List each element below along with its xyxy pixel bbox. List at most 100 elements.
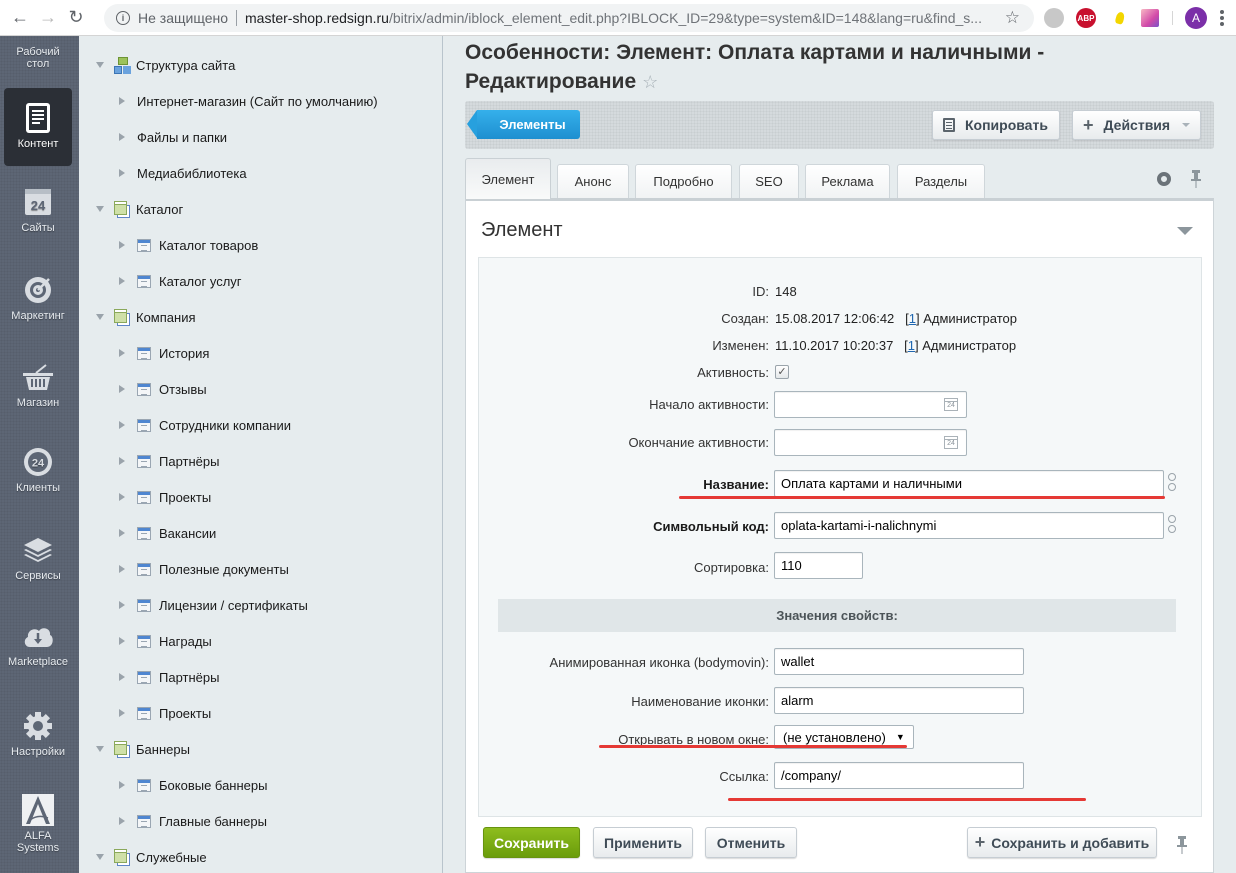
tab-preview[interactable]: Анонс — [557, 164, 629, 198]
adminbar-item-content[interactable]: Контент — [4, 88, 72, 166]
adminbar-item-clients[interactable]: 24 Клиенты — [4, 446, 72, 494]
browser-menu-icon[interactable] — [1220, 10, 1224, 26]
collapse-arrow-icon[interactable] — [119, 601, 125, 609]
anim-icon-input[interactable] — [774, 648, 1024, 675]
tab-advertising[interactable]: Реклама — [805, 164, 890, 198]
adminbar-item-services[interactable]: Сервисы — [4, 534, 72, 582]
collapse-arrow-icon[interactable] — [119, 169, 125, 177]
collapse-arrow-icon[interactable] — [119, 817, 125, 825]
collapse-arrow-icon[interactable] — [119, 493, 125, 501]
expand-arrow-icon[interactable] — [96, 746, 104, 752]
tree-item[interactable]: Главные баннеры — [119, 811, 267, 831]
cancel-button[interactable]: Отменить — [705, 827, 797, 858]
link-input[interactable] — [774, 762, 1024, 789]
back-button[interactable]: ← — [6, 4, 34, 32]
tree-item[interactable]: Отзывы — [119, 379, 207, 399]
adminbar-item-sites[interactable]: 24 Сайты — [4, 186, 72, 234]
forward-button[interactable]: → — [34, 4, 62, 32]
profile-avatar[interactable]: A — [1185, 7, 1207, 29]
collapse-arrow-icon[interactable] — [119, 637, 125, 645]
favorite-star-icon[interactable]: ☆ — [642, 72, 658, 92]
active-checkbox[interactable]: ✓ — [775, 365, 789, 379]
actions-dropdown-button[interactable]: + Действия — [1072, 110, 1201, 140]
name-input[interactable] — [774, 470, 1164, 497]
adminbar-item-alfa[interactable]: ALFA Systems — [4, 794, 72, 854]
tree-item[interactable]: Структура сайта — [96, 55, 235, 75]
tree-item[interactable]: Проекты — [119, 703, 211, 723]
reload-button[interactable]: ↻ — [62, 4, 90, 32]
collapse-arrow-icon[interactable] — [119, 241, 125, 249]
tree-item[interactable]: Интернет-магазин (Сайт по умолчанию) — [119, 91, 378, 111]
copy-button[interactable]: Копировать — [932, 110, 1060, 140]
active-to-input[interactable] — [774, 429, 967, 456]
tree-item[interactable]: Лицензии / сертификаты — [119, 595, 308, 615]
tab-seo[interactable]: SEO — [739, 164, 799, 198]
collapse-arrow-icon[interactable] — [119, 709, 125, 717]
collapse-arrow-icon[interactable] — [119, 457, 125, 465]
translit-link-icon[interactable] — [1167, 513, 1177, 535]
address-bar[interactable]: i Не защищено master-shop.redsign.ru/bit… — [104, 4, 1034, 32]
back-to-elements-button[interactable]: Элементы — [467, 110, 580, 139]
adminbar-item-shop[interactable]: Магазин — [4, 361, 72, 409]
tree-item[interactable]: Файлы и папки — [119, 127, 227, 147]
expand-arrow-icon[interactable] — [96, 206, 104, 212]
created-user-link[interactable]: 1 — [909, 311, 916, 326]
calendar-icon[interactable]: 24 — [944, 436, 958, 449]
expand-arrow-icon[interactable] — [96, 314, 104, 320]
adminbar-item-settings[interactable]: Настройки — [4, 710, 72, 758]
tab-settings-gear-icon[interactable] — [1157, 172, 1171, 186]
tree-item[interactable]: Партнёры — [119, 451, 219, 471]
tree-item[interactable]: Каталог услуг — [119, 271, 242, 291]
tree-item[interactable]: Служебные — [96, 847, 207, 867]
tree-item[interactable]: История — [119, 343, 209, 363]
image-extension-icon[interactable] — [1141, 9, 1159, 27]
apply-button[interactable]: Применить — [593, 827, 693, 858]
bookmark-star-icon[interactable]: ☆ — [1005, 8, 1020, 28]
collapse-arrow-icon[interactable] — [119, 97, 125, 105]
collapse-arrow-icon[interactable] — [119, 385, 125, 393]
pin-icon[interactable] — [1191, 170, 1201, 188]
pin-icon[interactable] — [1177, 836, 1187, 854]
expand-arrow-icon[interactable] — [96, 62, 104, 68]
modified-user-link[interactable]: 1 — [908, 338, 915, 353]
icon-name-input[interactable] — [774, 687, 1024, 714]
tree-item[interactable]: Боковые баннеры — [119, 775, 267, 795]
tree-item[interactable]: Баннеры — [96, 739, 190, 759]
tree-item[interactable]: Каталог — [96, 199, 183, 219]
tree-item[interactable]: Проекты — [119, 487, 211, 507]
adblock-extension-icon[interactable]: ABP — [1076, 8, 1096, 28]
tab-element[interactable]: Элемент — [465, 158, 551, 199]
tree-item[interactable]: Сотрудники компании — [119, 415, 291, 435]
tree-item[interactable]: Полезные документы — [119, 559, 289, 579]
collapse-arrow-icon[interactable] — [119, 277, 125, 285]
tree-item[interactable]: Партнёры — [119, 667, 219, 687]
expand-arrow-icon[interactable] — [96, 854, 104, 860]
collapse-arrow-icon[interactable] — [119, 133, 125, 141]
code-input[interactable] — [774, 512, 1164, 539]
collapse-arrow-icon[interactable] — [119, 673, 125, 681]
collapse-arrow-icon[interactable] — [119, 781, 125, 789]
sort-input[interactable] — [774, 552, 863, 579]
globe-extension-icon[interactable] — [1044, 8, 1064, 28]
adminbar-item-marketing[interactable]: Маркетинг — [4, 274, 72, 322]
tree-item[interactable]: Каталог товаров — [119, 235, 258, 255]
save-button[interactable]: Сохранить — [483, 827, 580, 858]
collapse-arrow-icon[interactable] — [119, 529, 125, 537]
info-icon[interactable]: i — [116, 11, 130, 25]
calendar-icon[interactable]: 24 — [944, 398, 958, 411]
active-from-input[interactable] — [774, 391, 967, 418]
tree-item[interactable]: Вакансии — [119, 523, 216, 543]
collapse-arrow-icon[interactable] — [119, 421, 125, 429]
collapse-arrow-icon[interactable] — [119, 349, 125, 357]
tab-sections[interactable]: Разделы — [897, 164, 985, 198]
save-and-add-button[interactable]: + Сохранить и добавить — [967, 827, 1157, 858]
adminbar-item-desktop[interactable]: Рабочий стол — [4, 46, 72, 70]
collapse-arrow-icon[interactable] — [1177, 227, 1193, 235]
tree-item[interactable]: Медиабиблиотека — [119, 163, 247, 183]
tree-item[interactable]: Компания — [96, 307, 196, 327]
bulb-extension-icon[interactable] — [1110, 8, 1130, 28]
adminbar-item-marketplace[interactable]: Marketplace — [4, 620, 72, 668]
translit-link-icon[interactable] — [1167, 471, 1177, 493]
tab-detail[interactable]: Подробно — [635, 164, 732, 198]
tree-item[interactable]: Награды — [119, 631, 212, 651]
